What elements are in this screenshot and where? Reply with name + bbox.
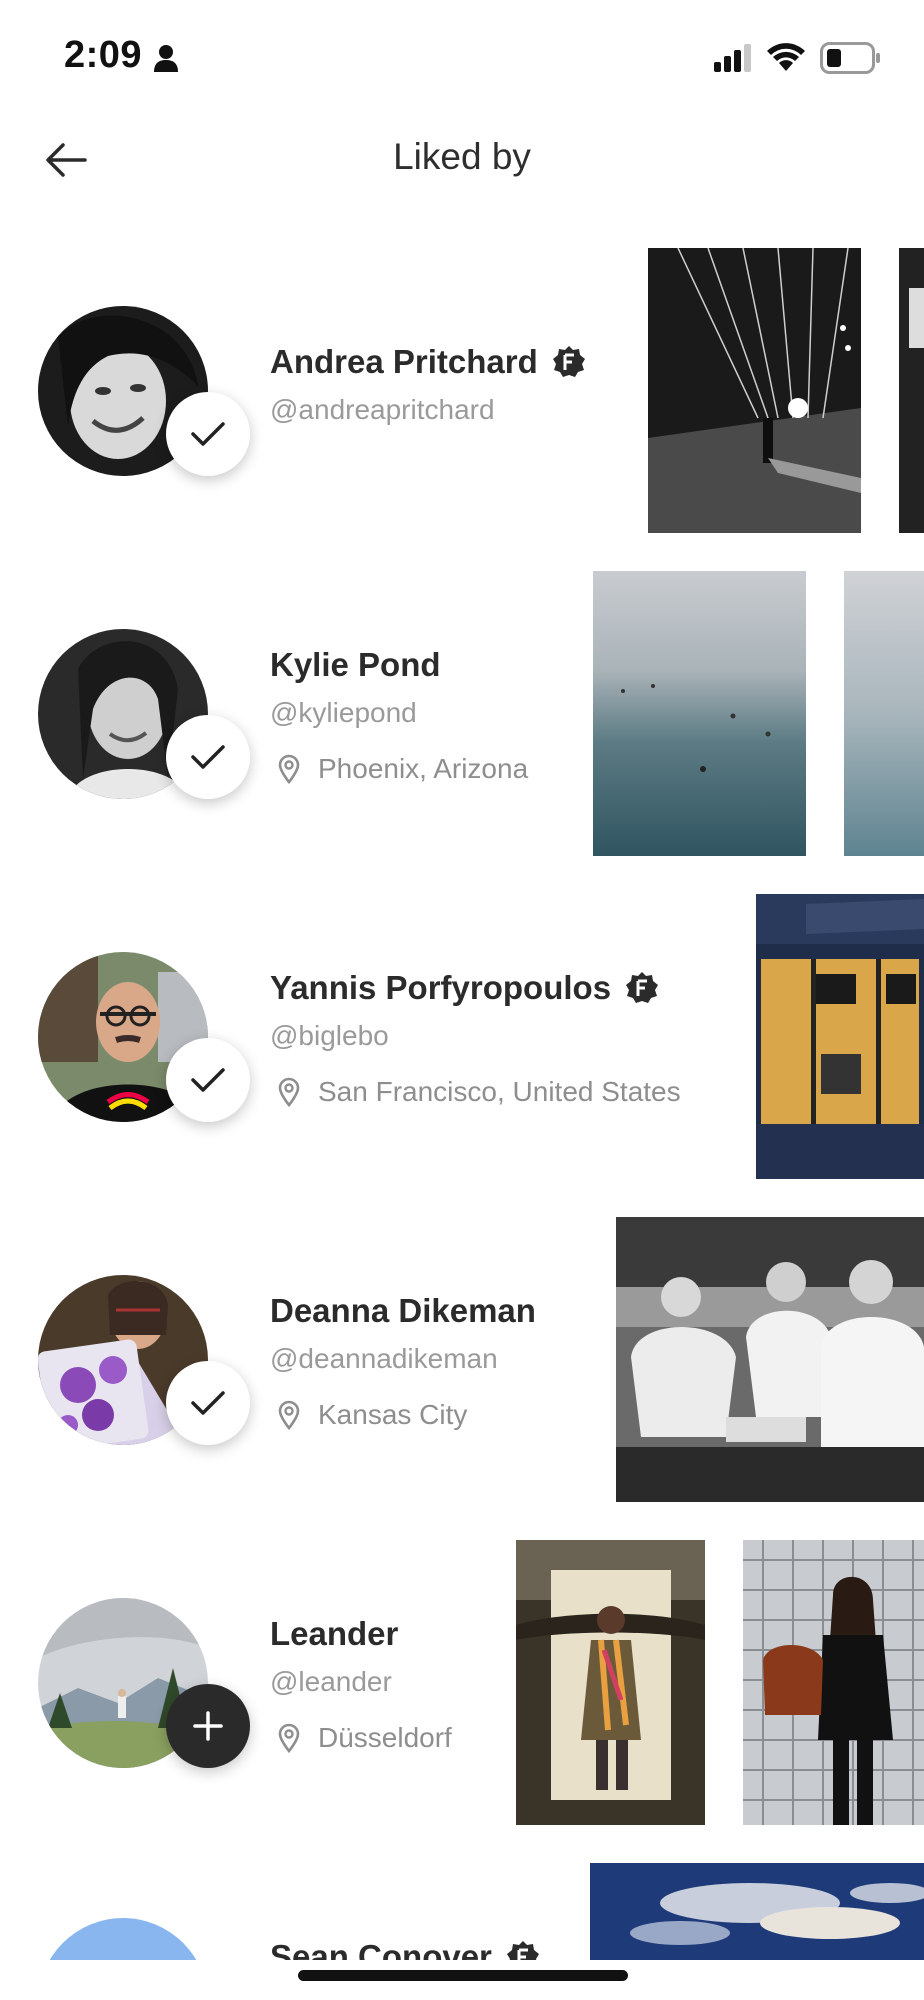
user-name[interactable]: Yannis Porfyropoulos [270, 969, 611, 1007]
page-title: Liked by [393, 136, 531, 177]
checkmark-icon [191, 422, 225, 446]
location-text: San Francisco, United States [318, 1076, 681, 1107]
wifi-icon [767, 43, 805, 71]
home-indicator[interactable] [298, 1970, 628, 1981]
battery-icon [820, 42, 880, 74]
user-handle: @kyliepond [270, 697, 417, 728]
nav-bar: Liked by [0, 110, 924, 210]
user-row[interactable]: Deanna Dikeman @deannadikeman Kansas Cit… [0, 1217, 924, 1502]
post-thumbnail[interactable] [743, 1540, 924, 1825]
avatar[interactable] [38, 1918, 208, 1963]
following-button[interactable] [166, 715, 250, 799]
user-handle: @leander [270, 1666, 392, 1697]
location-text: Kansas City [318, 1399, 468, 1430]
post-thumbnail[interactable] [899, 248, 924, 533]
following-button[interactable] [166, 392, 250, 476]
follow-button[interactable] [166, 1684, 250, 1768]
user-row[interactable]: Yannis Porfyropoulos @biglebo San Franci… [0, 894, 924, 1179]
user-handle: @andreapritchard [270, 394, 495, 425]
map-pin-icon [278, 1077, 300, 1107]
post-thumbnail[interactable] [756, 894, 924, 1179]
cellular-signal-icon [714, 44, 751, 72]
map-pin-icon [278, 1400, 300, 1430]
user-location: Düsseldorf [270, 1718, 452, 1758]
user-name[interactable]: Deanna Dikeman [270, 1292, 536, 1330]
user-location: Phoenix, Arizona [270, 749, 528, 789]
location-text: Düsseldorf [318, 1722, 452, 1753]
post-thumbnail[interactable] [516, 1540, 705, 1825]
post-thumbnail[interactable] [616, 1217, 924, 1502]
following-button[interactable] [166, 1038, 250, 1122]
user-location: San Francisco, United States [270, 1072, 681, 1112]
user-row[interactable]: Leander @leander Düsseldorf [0, 1540, 924, 1825]
user-handle: @deannadikeman [270, 1343, 498, 1374]
user-name[interactable]: Andrea Pritchard [270, 343, 538, 381]
location-text: Phoenix, Arizona [318, 753, 529, 784]
post-thumbnail[interactable] [593, 571, 806, 856]
checkmark-icon [191, 745, 225, 769]
verified-badge-icon [552, 346, 585, 377]
user-handle: @biglebo [270, 1020, 389, 1051]
following-button[interactable] [166, 1361, 250, 1445]
post-thumbnail[interactable] [844, 571, 924, 856]
user-name[interactable]: Leander [270, 1615, 398, 1653]
status-time: 2:09 [64, 34, 143, 76]
post-thumbnail[interactable] [590, 1863, 924, 1963]
verified-badge-icon [626, 972, 659, 1003]
user-row[interactable]: Kylie Pond @kyliepond Phoenix, Arizona [0, 571, 924, 856]
map-pin-icon [278, 1723, 300, 1753]
user-row[interactable]: Andrea Pritchard @andreapritchard [0, 248, 924, 533]
map-pin-icon [278, 754, 300, 784]
person-icon [154, 45, 178, 72]
post-thumbnail[interactable] [648, 248, 861, 533]
checkmark-icon [191, 1391, 225, 1415]
user-location: Kansas City [270, 1395, 536, 1435]
plus-icon [193, 1711, 223, 1741]
user-name[interactable]: Kylie Pond [270, 646, 441, 684]
status-bar: 2:09 [0, 0, 924, 110]
checkmark-icon [191, 1068, 225, 1092]
user-row[interactable]: Sean Conover [0, 1863, 924, 1963]
